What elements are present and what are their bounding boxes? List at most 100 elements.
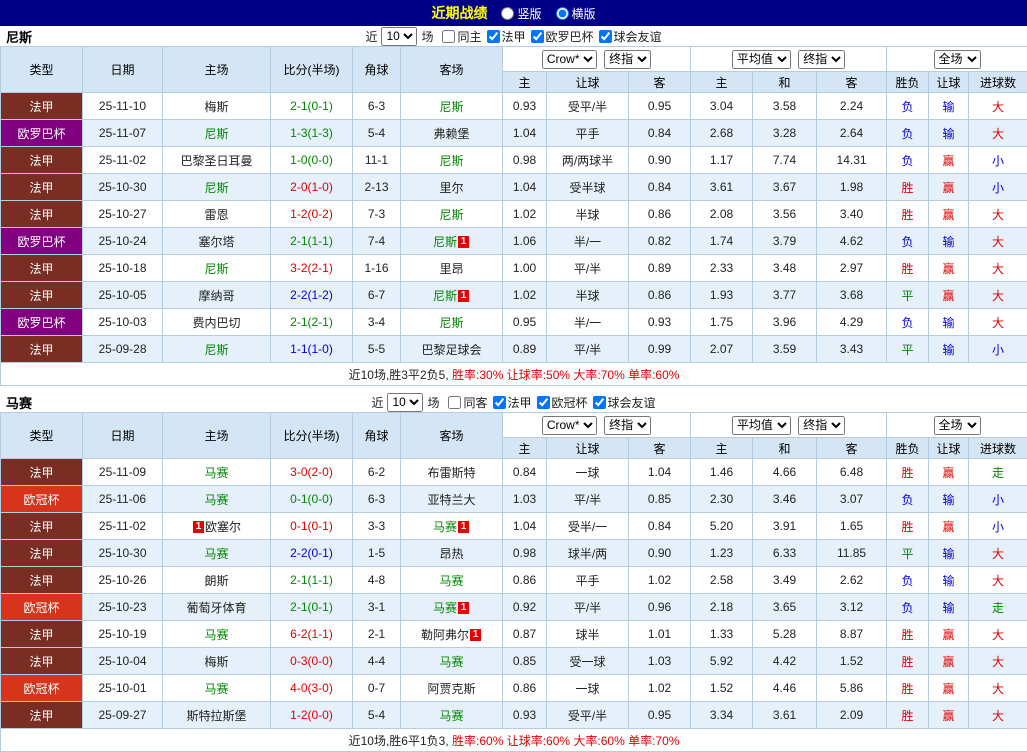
vertical-radio[interactable] <box>501 7 514 20</box>
team-name-link[interactable]: 尼斯 <box>439 208 463 222</box>
team-name-link[interactable]: 布雷斯特 <box>427 466 475 480</box>
filter-checkbox-item[interactable]: 同客 <box>448 394 487 411</box>
filter-checkbox[interactable] <box>442 30 455 43</box>
team-name-link[interactable]: 欧塞尔 <box>205 520 241 534</box>
filter-checkbox[interactable] <box>593 396 606 409</box>
avg-final-select[interactable]: 终指 <box>798 416 845 435</box>
filter-checkbox[interactable] <box>487 30 500 43</box>
handicap-cell: 球半/两 <box>547 540 629 567</box>
match-count-select[interactable]: 10 <box>381 27 417 46</box>
team-name-link[interactable]: 巴黎足球会 <box>421 343 481 357</box>
team-name-link[interactable]: 马赛 <box>204 547 228 561</box>
team-name-link[interactable]: 马赛 <box>433 601 457 615</box>
score-link[interactable]: 1-2(0-0) <box>290 708 333 722</box>
team-name-link[interactable]: 亚特兰大 <box>427 493 475 507</box>
score-link[interactable]: 2-1(1-1) <box>290 573 333 587</box>
team-name-link[interactable]: 马赛 <box>439 655 463 669</box>
odds-final-select[interactable]: 终指 <box>604 416 651 435</box>
team-name-link[interactable]: 梅斯 <box>204 655 228 669</box>
filter-checkbox-item[interactable]: 欧冠杯 <box>537 394 588 411</box>
team-name-link[interactable]: 弗赖堡 <box>433 127 469 141</box>
score-link[interactable]: 2-2(0-1) <box>290 546 333 560</box>
team-name-link[interactable]: 尼斯 <box>204 262 228 276</box>
score-link[interactable]: 2-2(1-2) <box>290 288 333 302</box>
score-link[interactable]: 0-3(0-0) <box>290 654 333 668</box>
team-name-link[interactable]: 马赛 <box>204 682 228 696</box>
avg-select[interactable]: 平均值 <box>732 50 791 69</box>
score-link[interactable]: 3-2(2-1) <box>290 261 333 275</box>
scope-select[interactable]: 全场 <box>934 416 981 435</box>
team-name-link[interactable]: 费内巴切 <box>192 316 240 330</box>
filter-checkbox-item[interactable]: 欧罗巴杯 <box>531 28 594 45</box>
match-count-select[interactable]: 10 <box>387 393 423 412</box>
team-name-link[interactable]: 马赛 <box>204 628 228 642</box>
score-link[interactable]: 2-1(1-1) <box>290 234 333 248</box>
team-name-link[interactable]: 里尔 <box>439 181 463 195</box>
avg-draw-cell: 3.77 <box>753 282 817 309</box>
layout-radio-vertical[interactable]: 竖版 <box>501 5 541 22</box>
score-link[interactable]: 1-2(0-2) <box>290 207 333 221</box>
filter-checkbox[interactable] <box>537 396 550 409</box>
team-name-link[interactable]: 巴黎圣日耳曼 <box>180 154 252 168</box>
avg-select[interactable]: 平均值 <box>732 416 791 435</box>
team-name-link[interactable]: 尼斯 <box>204 181 228 195</box>
score-link[interactable]: 1-0(0-0) <box>290 153 333 167</box>
team-name-link[interactable]: 葡萄牙体育 <box>186 601 246 615</box>
team-name-link[interactable]: 尼斯 <box>439 316 463 330</box>
team-name-link[interactable]: 尼斯 <box>439 154 463 168</box>
score-link[interactable]: 2-0(1-0) <box>290 180 333 194</box>
team-name-link[interactable]: 马赛 <box>204 466 228 480</box>
odds-final-select[interactable]: 终指 <box>604 50 651 69</box>
score-link[interactable]: 1-3(1-3) <box>290 126 333 140</box>
horizontal-radio[interactable] <box>556 7 569 20</box>
team-name-link[interactable]: 尼斯 <box>204 127 228 141</box>
result-cell: 负 <box>887 93 929 120</box>
team-name-link[interactable]: 斯特拉斯堡 <box>186 709 246 723</box>
team-name-link[interactable]: 里昂 <box>439 262 463 276</box>
team-name-link[interactable]: 马赛 <box>439 709 463 723</box>
result-cell: 胜 <box>887 648 929 675</box>
filter-checkbox-item[interactable]: 法甲 <box>493 394 532 411</box>
score-link[interactable]: 3-0(2-0) <box>290 465 333 479</box>
team-name-link[interactable]: 马赛 <box>204 493 228 507</box>
scope-select[interactable]: 全场 <box>934 50 981 69</box>
team-name-link[interactable]: 尼斯 <box>433 235 457 249</box>
team-name-link[interactable]: 梅斯 <box>204 100 228 114</box>
filter-checkbox-item[interactable]: 球会友谊 <box>599 28 662 45</box>
team-name-link[interactable]: 马赛 <box>439 574 463 588</box>
filter-checkbox[interactable] <box>531 30 544 43</box>
team-name-link[interactable]: 马赛 <box>433 520 457 534</box>
team-name-link[interactable]: 塞尔塔 <box>198 235 234 249</box>
odds-home-cell: 1.04 <box>503 513 547 540</box>
summary-record: 近10场,胜3平2负5, <box>349 368 449 382</box>
team-name-link[interactable]: 雷恩 <box>204 208 228 222</box>
odds-company-select[interactable]: Crow* <box>542 416 597 435</box>
team-name-link[interactable]: 朗斯 <box>204 574 228 588</box>
score-link[interactable]: 6-2(1-1) <box>290 627 333 641</box>
score-link[interactable]: 1-1(1-0) <box>290 342 333 356</box>
team-name-link[interactable]: 尼斯 <box>439 100 463 114</box>
layout-radio-horizontal[interactable]: 横版 <box>556 5 596 22</box>
score-link[interactable]: 2-1(2-1) <box>290 315 333 329</box>
team-name-link[interactable]: 摩纳哥 <box>198 289 234 303</box>
score-link[interactable]: 4-0(3-0) <box>290 681 333 695</box>
corner-cell: 7-3 <box>353 201 401 228</box>
filter-checkbox-item[interactable]: 法甲 <box>487 28 526 45</box>
score-link[interactable]: 2-1(0-1) <box>290 99 333 113</box>
score-link[interactable]: 0-1(0-1) <box>290 519 333 533</box>
score-link[interactable]: 0-1(0-0) <box>290 492 333 506</box>
filter-checkbox[interactable] <box>493 396 506 409</box>
filter-checkbox-item[interactable]: 同主 <box>442 28 481 45</box>
score-link[interactable]: 2-1(0-1) <box>290 600 333 614</box>
filter-checkbox[interactable] <box>599 30 612 43</box>
team-name-link[interactable]: 勒阿弗尔 <box>421 628 469 642</box>
avg-home-cell: 1.17 <box>691 147 753 174</box>
filter-checkbox[interactable] <box>448 396 461 409</box>
team-name-link[interactable]: 尼斯 <box>433 289 457 303</box>
filter-checkbox-item[interactable]: 球会友谊 <box>593 394 656 411</box>
team-name-link[interactable]: 昂热 <box>439 547 463 561</box>
team-name-link[interactable]: 阿贾克斯 <box>427 682 475 696</box>
odds-company-select[interactable]: Crow* <box>542 50 597 69</box>
team-name-link[interactable]: 尼斯 <box>204 343 228 357</box>
avg-final-select[interactable]: 终指 <box>798 50 845 69</box>
